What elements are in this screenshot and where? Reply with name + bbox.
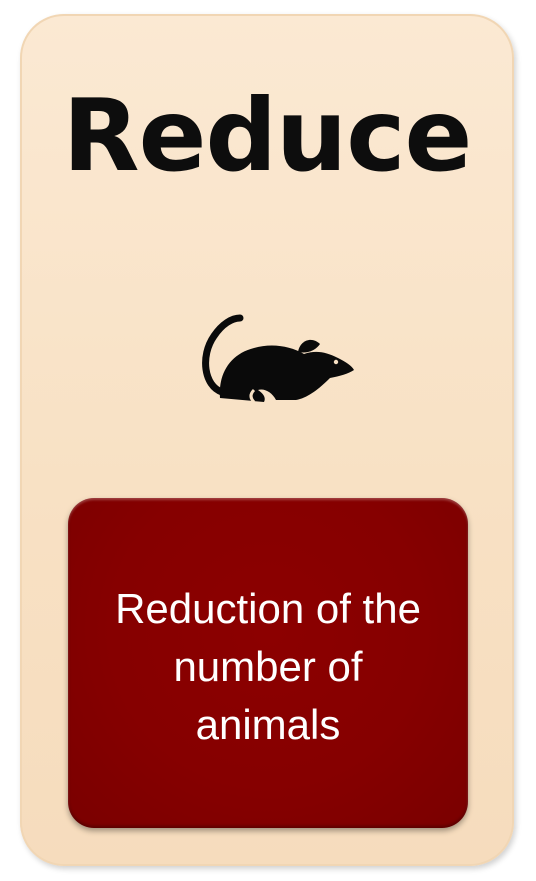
mouse-icon — [180, 294, 360, 414]
card-title: Reduce — [62, 77, 473, 194]
description-text: Reduction of the number of animals — [115, 585, 421, 748]
reduce-card: Reduce Reduction of the number of animal… — [20, 14, 514, 866]
description-box: Reduction of the number of animals — [68, 498, 468, 828]
